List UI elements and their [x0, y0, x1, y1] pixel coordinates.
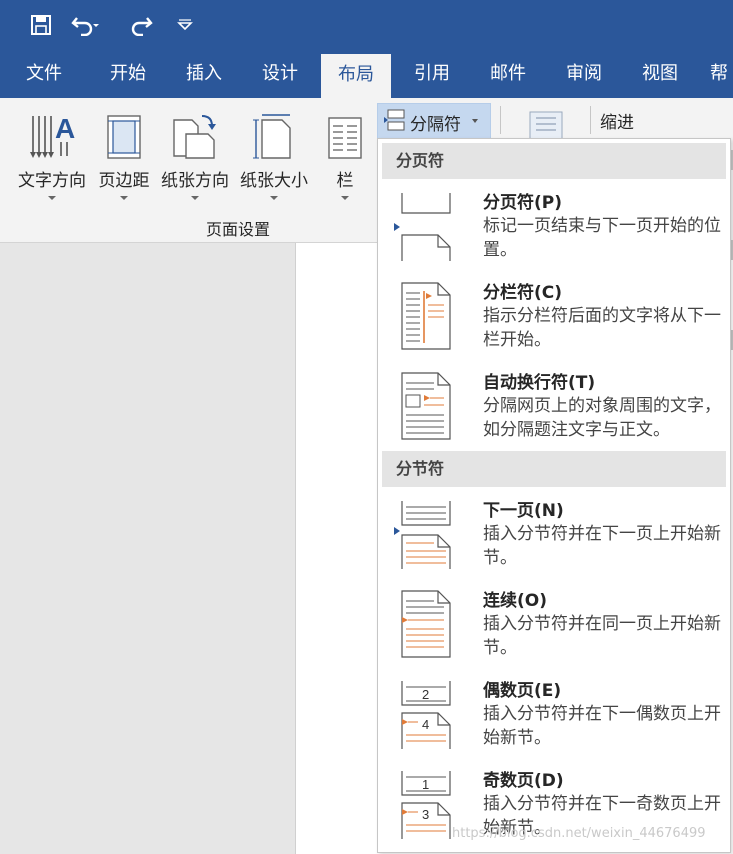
columns-label: 栏 [336, 171, 354, 191]
breaks-icon [384, 109, 405, 131]
watermark: https://blog.csdn.net/weixin_44676499 [452, 826, 706, 841]
next-page-section-icon [394, 501, 451, 569]
page-break-icon [394, 193, 451, 261]
orientation-button[interactable]: 纸张方向 [156, 106, 234, 216]
menu-item-column-break[interactable]: 分栏符(C) 指示分栏符后面的文字将从下一栏开始。 [378, 271, 728, 361]
paper-size-label: 纸张大小 [240, 171, 308, 191]
menu-item-title: 分栏符(C) [483, 283, 563, 303]
svg-text:A: A [55, 113, 75, 144]
odd-page-section-icon: 1 3 [401, 771, 451, 839]
chevron-down-icon [341, 196, 349, 200]
menu-item-even-page[interactable]: 2 4 偶数页(E) 插入分节符并在下一偶数页上开始新节。 [378, 669, 728, 759]
menu-item-desc: 分隔网页上的对象周围的文字，如分隔题注文字与正文。 [483, 396, 721, 440]
tab-mailings[interactable]: 邮件 [476, 52, 540, 98]
chevron-down-icon [270, 196, 278, 200]
menu-item-title: 分页符(P) [483, 193, 562, 213]
page-number-label: 1 [422, 777, 429, 792]
text-direction-label: 文字方向 [18, 171, 86, 191]
tab-file[interactable]: 文件 [12, 52, 76, 98]
menu-item-title: 偶数页(E) [483, 681, 562, 701]
chevron-down-icon [472, 119, 478, 123]
text-direction-button[interactable]: A 文字方向 [12, 106, 92, 216]
menu-item-desc: 插入分节符并在下一页上开始新节。 [483, 524, 721, 568]
title-bar [0, 0, 733, 52]
menu-item-desc: 指示分栏符后面的文字将从下一栏开始。 [483, 306, 721, 350]
continuous-section-icon [401, 590, 451, 658]
chevron-down-icon [48, 196, 56, 200]
even-page-section-icon: 2 4 [401, 681, 451, 749]
tab-insert[interactable]: 插入 [172, 52, 236, 98]
undo-icon[interactable] [70, 10, 100, 40]
customize-qat-icon[interactable] [170, 10, 200, 40]
menu-item-title: 连续(O) [483, 591, 547, 611]
columns-button[interactable]: 栏 [320, 106, 370, 216]
redo-icon[interactable] [126, 10, 156, 40]
divider [590, 106, 591, 134]
tab-references[interactable]: 引用 [400, 52, 464, 98]
menu-item-page-break[interactable]: 分页符(P) 标记一页结束与下一页开始的位置。 [378, 181, 728, 271]
tab-layout[interactable]: 布局 [321, 54, 391, 98]
indent-label: 缩进 [600, 113, 634, 133]
tab-help[interactable]: 帮 [710, 52, 733, 98]
paper-size-icon [252, 112, 296, 166]
orientation-label: 纸张方向 [161, 171, 229, 191]
menu-item-title: 下一页(N) [483, 501, 564, 521]
section-header-section-breaks: 分节符 [382, 451, 726, 487]
orientation-icon [170, 112, 220, 166]
tab-design[interactable]: 设计 [248, 52, 312, 98]
menu-item-desc: 标记一页结束与下一页开始的位置。 [483, 216, 721, 260]
breaks-button[interactable]: 分隔符 [377, 103, 491, 139]
menu-item-title: 自动换行符(T) [483, 373, 596, 393]
breaks-label: 分隔符 [410, 115, 461, 135]
section-header-page-breaks: 分页符 [382, 143, 726, 179]
menu-item-continuous[interactable]: 连续(O) 插入分节符并在同一页上开始新节。 [378, 579, 728, 669]
divider [500, 106, 501, 134]
margins-button[interactable]: 页边距 [94, 106, 154, 216]
save-icon[interactable] [26, 10, 56, 40]
column-break-icon [401, 282, 451, 350]
menu-item-desc: 插入分节符并在下一偶数页上开始新节。 [483, 704, 721, 748]
menu-item-next-page[interactable]: 下一页(N) 插入分节符并在下一页上开始新节。 [378, 489, 728, 579]
page-number-label: 4 [422, 717, 429, 732]
paper-size-button[interactable]: 纸张大小 [236, 106, 312, 216]
ribbon-tabs: 文件 开始 插入 设计 布局 引用 邮件 审阅 视图 帮 [0, 52, 733, 98]
tab-review[interactable]: 审阅 [552, 52, 616, 98]
margins-label: 页边距 [98, 171, 150, 191]
page-number-label: 3 [422, 807, 429, 822]
columns-icon [327, 112, 363, 166]
chevron-down-icon [191, 196, 199, 200]
line-numbers-icon[interactable] [528, 110, 564, 140]
breaks-dropdown-menu: 分页符 分页符(P) 标记一页结束与下一页开始的位置。 分栏符(C) 指示分栏符… [377, 138, 731, 853]
menu-item-desc: 插入分节符并在同一页上开始新节。 [483, 614, 721, 658]
chevron-down-icon [120, 196, 128, 200]
margins-icon [104, 112, 144, 166]
tab-view[interactable]: 视图 [628, 52, 692, 98]
menu-item-title: 奇数页(D) [483, 771, 564, 791]
tab-home[interactable]: 开始 [96, 52, 160, 98]
text-wrapping-break-icon [401, 372, 451, 440]
menu-item-text-wrapping-break[interactable]: 自动换行符(T) 分隔网页上的对象周围的文字，如分隔题注文字与正文。 [378, 361, 728, 451]
page-number-label: 2 [422, 687, 429, 702]
text-direction-icon: A [27, 112, 77, 166]
